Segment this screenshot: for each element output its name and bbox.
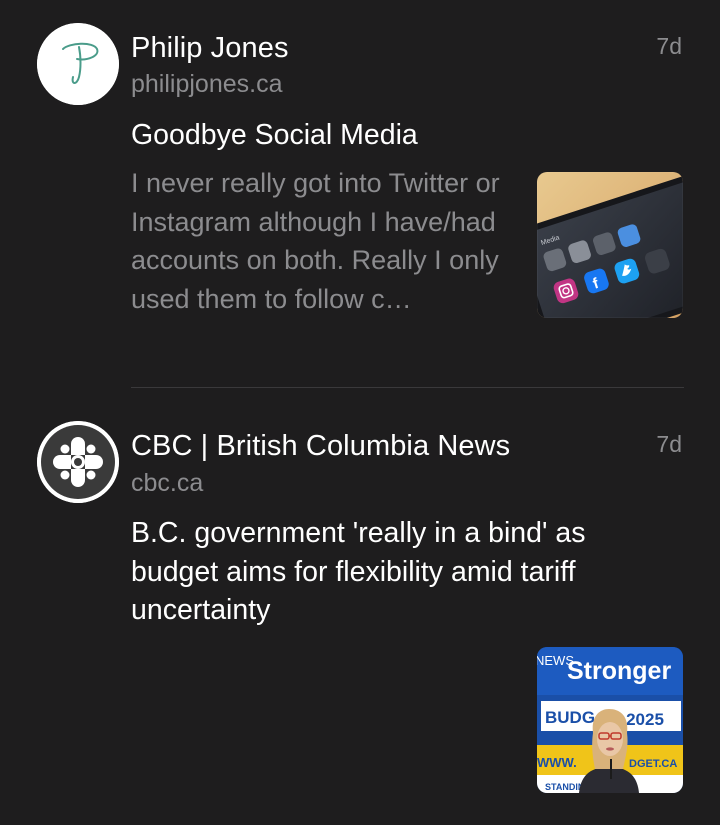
timestamp: 7d <box>656 33 682 59</box>
signage-text: WWW. <box>537 755 577 770</box>
cbc-gem-logo-icon <box>37 421 119 503</box>
signage-text: DGET.CA <box>629 758 677 770</box>
source-domain: cbc.ca <box>131 469 204 497</box>
signage-text: Stronger <box>567 657 671 685</box>
feed-item[interactable]: CBC | British Columbia News cbc.ca 7d B.… <box>0 388 720 825</box>
article-title[interactable]: Goodbye Social Media <box>131 116 691 155</box>
source-domain: philipjones.ca <box>131 70 283 98</box>
timestamp: 7d <box>656 431 682 457</box>
article-thumbnail[interactable]: Media f <box>537 172 683 318</box>
source-name[interactable]: CBC | British Columbia News <box>131 430 510 463</box>
phone-social-apps-photo-icon: Media f <box>537 172 683 318</box>
avatar[interactable] <box>37 23 119 105</box>
signage-text: BUDG <box>545 708 595 727</box>
article-thumbnail[interactable]: NEWS Stronger BUDG T 2025 WWW. DGET.CA S… <box>537 647 683 793</box>
budget-speech-photo-icon: NEWS Stronger BUDG T 2025 WWW. DGET.CA S… <box>537 647 683 793</box>
article-title[interactable]: B.C. government 'really in a bind' as bu… <box>131 514 676 630</box>
handwritten-p-logo-icon <box>37 23 119 105</box>
article-excerpt: I never really got into Twitter or Insta… <box>131 168 500 314</box>
feed-item[interactable]: Philip Jones philipjones.ca 7d Goodbye S… <box>0 0 720 388</box>
source-name[interactable]: Philip Jones <box>131 32 289 65</box>
avatar[interactable] <box>37 421 119 503</box>
